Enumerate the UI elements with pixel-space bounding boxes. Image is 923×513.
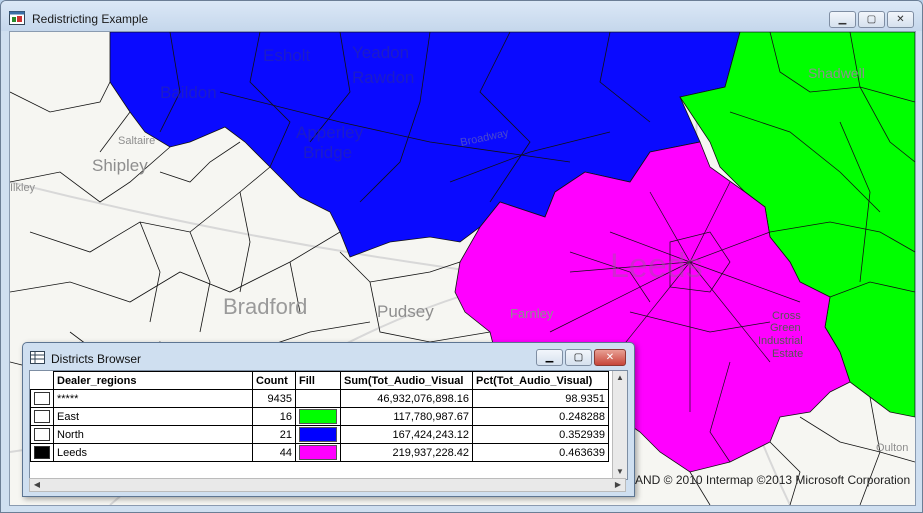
row-select-box[interactable] [34,392,50,405]
scroll-right-icon[interactable]: ▶ [611,479,625,491]
cell-fill[interactable] [295,407,341,426]
col-dealer-regions[interactable]: Dealer_regions [53,371,253,390]
cell-count: 9435 [252,389,296,408]
table-header-row: Dealer_regions Count Fill Sum(Tot_Audio_… [30,371,609,390]
fill-swatch[interactable] [299,445,337,460]
cell-pct: 0.463639 [472,443,609,462]
browser-maximize-button[interactable]: ▢ [565,349,592,366]
cell-sum: 167,424,243.12 [340,425,473,444]
col-pct[interactable]: Pct(Tot_Audio_Visual) [472,371,609,390]
cell-region: North [53,425,253,444]
app-icon [9,11,25,25]
districts-table: Dealer_regions Count Fill Sum(Tot_Audio_… [30,371,609,462]
scroll-down-icon[interactable]: ▼ [613,465,627,479]
main-window: Redistricting Example ▁ ▢ ✕ Esholt Yeado… [0,0,923,513]
fill-swatch[interactable] [299,409,337,424]
cell-count: 16 [252,407,296,426]
cell-sum: 219,937,228.42 [340,443,473,462]
scroll-left-icon[interactable]: ◀ [30,479,44,491]
col-sum[interactable]: Sum(Tot_Audio_Visual [340,371,473,390]
browser-close-button[interactable]: ✕ [594,349,626,366]
table-row[interactable]: ***** 9435 46,932,076,898.16 98.9351 [30,389,609,408]
cell-count: 21 [252,425,296,444]
cell-pct: 0.352939 [472,425,609,444]
browser-minimize-button[interactable]: ▁ [536,349,563,366]
title-bar[interactable]: Redistricting Example ▁ ▢ ✕ [1,1,922,31]
scroll-up-icon[interactable]: ▲ [613,371,627,385]
cell-region: Leeds [53,443,253,462]
vertical-scrollbar[interactable]: ▲ ▼ [612,371,627,479]
cell-sum: 46,932,076,898.16 [340,389,473,408]
row-select-box[interactable] [34,428,50,441]
cell-pct: 98.9351 [472,389,609,408]
map-copyright: AND © 2010 Intermap ©2013 Microsoft Corp… [635,473,911,487]
browser-grid[interactable]: Dealer_regions Count Fill Sum(Tot_Audio_… [29,370,628,480]
fill-swatch[interactable] [299,427,337,442]
cell-fill [295,389,341,408]
cell-sum: 117,780,987.67 [340,407,473,426]
close-button[interactable]: ✕ [887,11,914,28]
row-select-box[interactable] [34,446,50,459]
table-row[interactable]: East 16 117,780,987.67 0.248288 [30,407,609,426]
table-row[interactable]: North 21 167,424,243.12 0.352939 [30,425,609,444]
horizontal-scrollbar[interactable]: ◀ ▶ [29,478,626,492]
col-count[interactable]: Count [252,371,296,390]
cell-region: East [53,407,253,426]
row-select-box[interactable] [34,410,50,423]
cell-count: 44 [252,443,296,462]
window-title: Redistricting Example [32,12,149,26]
cell-pct: 0.248288 [472,407,609,426]
col-fill[interactable]: Fill [295,371,341,390]
maximize-button[interactable]: ▢ [858,11,885,28]
districts-browser-window[interactable]: Districts Browser ▁ ▢ ✕ Dealer_regions C… [22,342,635,497]
browser-title: Districts Browser [51,352,142,366]
cell-region: ***** [53,389,253,408]
cell-fill[interactable] [295,443,341,462]
minimize-button[interactable]: ▁ [829,11,856,28]
cell-fill[interactable] [295,425,341,444]
browser-icon [30,351,45,364]
table-row[interactable]: Leeds 44 219,937,228.42 0.463639 [30,443,609,462]
